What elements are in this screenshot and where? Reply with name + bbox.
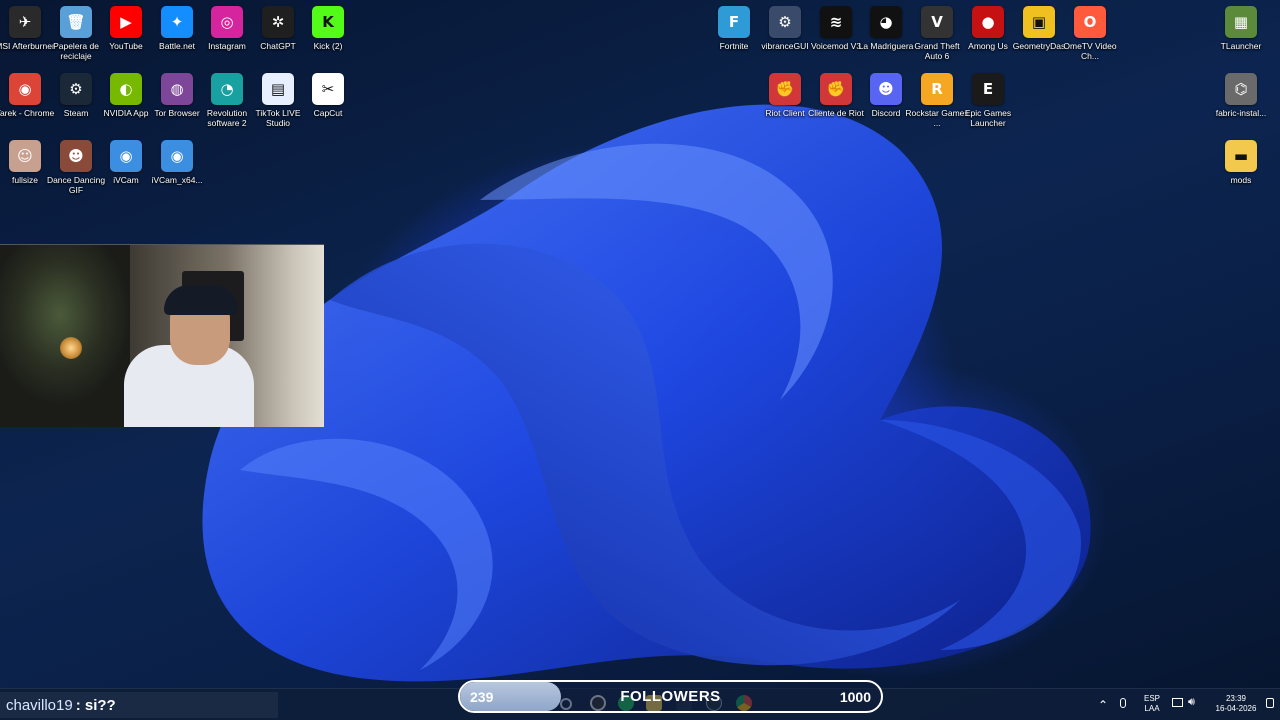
among-us-icon: ● xyxy=(972,6,1004,38)
language-code: ESP xyxy=(1144,694,1161,703)
chrome-icon: ◉ xyxy=(9,73,41,105)
desktop-shortcut-label: fabric-instal... xyxy=(1215,108,1267,118)
webcam-lamp xyxy=(60,337,82,359)
msi-afterburner-icon: ✈ xyxy=(9,6,41,38)
desktop-shortcut[interactable]: K Kick (2) xyxy=(298,6,358,66)
chat-message: chavillo19 : si?? xyxy=(0,692,278,718)
clock-date: 16-04-2026 xyxy=(1215,704,1257,713)
desktop-shortcut[interactable]: ◉ iVCam_x64... xyxy=(147,140,207,200)
desktop-shortcut[interactable]: ✂ CapCut xyxy=(298,73,358,133)
clock[interactable]: 23:39 16-04-2026 xyxy=(1212,694,1260,714)
notifications-icon[interactable] xyxy=(1266,698,1274,708)
folder-cat-icon: ◕ xyxy=(870,6,902,38)
fortnite-icon: F xyxy=(718,6,750,38)
desktop-shortcut-label: TLauncher xyxy=(1220,41,1262,51)
tor-browser-icon: ◍ xyxy=(161,73,193,105)
recycle-bin-icon: 🗑 xyxy=(60,6,92,38)
steam-icon: ⚙ xyxy=(60,73,92,105)
desktop-shortcut[interactable]: ▬ mods xyxy=(1211,140,1271,200)
instagram-icon: ◎ xyxy=(211,6,243,38)
desktop-shortcut-label: OmeTV Video Ch... xyxy=(1063,41,1117,61)
clock-time: 23:39 xyxy=(1225,694,1247,703)
desktop-shortcut[interactable]: ▦ TLauncher xyxy=(1211,6,1271,66)
ometv-icon: O xyxy=(1074,6,1106,38)
discord-icon: ☻ xyxy=(870,73,902,105)
chatgpt-icon: ✲ xyxy=(262,6,294,38)
riot-client-icon: ✊ xyxy=(820,73,852,105)
desktop-shortcut-label: Epic Games Launcher xyxy=(964,108,1012,128)
voicemod-icon: ≋ xyxy=(820,6,852,38)
epic-games-icon: E xyxy=(972,73,1004,105)
volume-icon[interactable]: 🔊︎ xyxy=(1188,696,1195,709)
desktop-shortcut-label: iVCam_x64... xyxy=(151,175,203,185)
kick-icon: K xyxy=(312,6,344,38)
system-tray: ⌃ ESP LAA 🔊︎ 23:39 16-04-2026 xyxy=(1090,688,1280,720)
webcam-cap xyxy=(164,285,238,315)
desktop-shortcut[interactable]: E Epic Games Launcher xyxy=(958,73,1018,133)
image-file-icon: ☺ xyxy=(9,140,41,172)
desktop-shortcut-label: Kick (2) xyxy=(313,41,343,51)
folder-icon: ▬ xyxy=(1225,140,1257,172)
desktop-shortcut-label: mods xyxy=(1230,175,1252,185)
revolution-icon: ◔ xyxy=(211,73,243,105)
ivcam-installer-icon: ◉ xyxy=(161,140,193,172)
followers-title: FOLLOWERS xyxy=(620,688,721,705)
language-indicator[interactable]: ESP LAA xyxy=(1144,694,1160,714)
chat-username: chavillo19 xyxy=(6,696,73,714)
battlenet-icon: ✦ xyxy=(161,6,193,38)
webcam-plant xyxy=(0,245,130,427)
desktop-shortcut-label: CapCut xyxy=(313,108,343,118)
tlauncher-icon: ▦ xyxy=(1225,6,1257,38)
ivcam-icon: ◉ xyxy=(110,140,142,172)
riot-client-icon: ✊ xyxy=(769,73,801,105)
followers-goal: 1000 xyxy=(839,689,871,705)
rockstar-icon: R xyxy=(921,73,953,105)
network-icon[interactable] xyxy=(1172,698,1183,707)
microphone-icon[interactable] xyxy=(1120,698,1126,708)
gif-file-icon: ☻ xyxy=(60,140,92,172)
gta6-icon: V xyxy=(921,6,953,38)
vibrancegui-icon: ⚙ xyxy=(769,6,801,38)
tiktok-live-icon: ▤ xyxy=(262,73,294,105)
followers-goal-bar: 239 FOLLOWERS 1000 xyxy=(458,680,883,713)
youtube-icon: ▶ xyxy=(110,6,142,38)
desktop-shortcut[interactable]: ⌬ fabric-instal... xyxy=(1211,73,1271,133)
webcam-overlay xyxy=(0,244,324,427)
chat-text: : si?? xyxy=(75,696,116,714)
capcut-icon: ✂ xyxy=(312,73,344,105)
nvidia-icon: ◐ xyxy=(110,73,142,105)
jar-file-icon: ⌬ xyxy=(1225,73,1257,105)
desktop-shortcut[interactable]: O OmeTV Video Ch... xyxy=(1060,6,1120,66)
tray-overflow-icon[interactable]: ⌃ xyxy=(1098,698,1108,712)
keyboard-layout: LAA xyxy=(1144,704,1160,713)
geometry-dash-icon: ▣ xyxy=(1023,6,1055,38)
